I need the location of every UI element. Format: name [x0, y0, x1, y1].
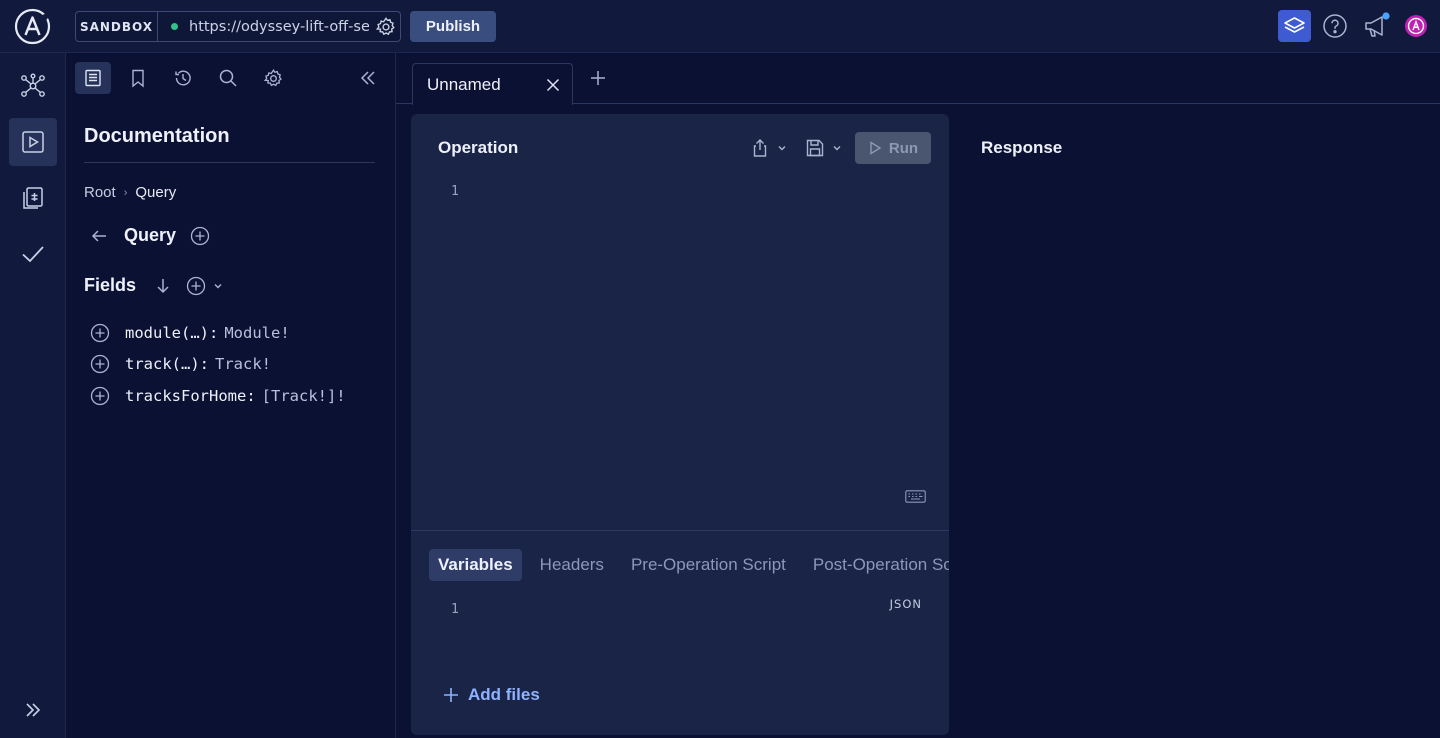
operation-panel: Operation Run 1 Variables Headers Pre-Op… [411, 114, 949, 735]
breadcrumb-current: Query [135, 184, 177, 201]
tab-unnamed[interactable]: Unnamed [412, 63, 573, 105]
add-tab-plus-icon[interactable] [589, 69, 607, 87]
run-button[interactable]: Run [855, 132, 931, 164]
documentation-title: Documentation [84, 125, 230, 147]
save-icon[interactable] [805, 138, 825, 158]
endpoint-settings-gear-icon[interactable] [375, 16, 397, 38]
tab-label[interactable]: Unnamed [427, 75, 501, 95]
help-icon[interactable] [1322, 13, 1348, 45]
field-item-module[interactable]: module(…): Module! [90, 317, 346, 349]
tab-pre-operation-script[interactable]: Pre-Operation Script [622, 549, 795, 581]
top-bar: SANDBOX https://odyssey-lift-off-server … [0, 0, 1440, 53]
run-label: Run [888, 139, 919, 157]
play-icon [868, 141, 882, 155]
endpoint-bar[interactable]: SANDBOX https://odyssey-lift-off-server [75, 11, 401, 42]
history-icon[interactable] [165, 62, 201, 94]
plus-icon [443, 687, 459, 703]
docs-divider [84, 162, 375, 163]
endpoint-url-input[interactable]: https://odyssey-lift-off-server [189, 19, 369, 35]
sort-arrow-down-icon[interactable] [154, 277, 172, 295]
collapse-panel-icon[interactable] [350, 62, 386, 94]
field-item-track[interactable]: track(…): Track! [90, 349, 346, 381]
chevron-down-icon[interactable] [212, 280, 224, 292]
add-type-plus-circle-icon[interactable] [190, 226, 210, 246]
editor-line-number: 1 [451, 184, 459, 199]
apollo-logo-icon[interactable] [14, 8, 51, 45]
field-name[interactable]: tracksForHome: [125, 387, 256, 405]
add-files-button[interactable]: Add files [443, 685, 540, 705]
response-title: Response [981, 138, 1063, 157]
field-name[interactable]: track(…): [125, 355, 209, 373]
add-files-label: Add files [468, 685, 540, 704]
gear-icon[interactable] [255, 62, 291, 94]
schema-view-toggle-icon[interactable] [1278, 10, 1311, 42]
bookmark-icon[interactable] [120, 62, 156, 94]
keyboard-shortcuts-icon[interactable] [905, 490, 926, 503]
connection-status-dot [171, 23, 178, 30]
checks-document-icon[interactable] [9, 174, 57, 222]
back-arrow-icon[interactable] [90, 227, 108, 245]
double-chevron-right-icon[interactable] [9, 686, 57, 734]
schema-graph-icon[interactable] [9, 62, 57, 110]
sandbox-badge: SANDBOX [76, 12, 158, 41]
operation-tab-strip: Unnamed [396, 53, 1440, 105]
field-type[interactable]: [Track!]! [262, 387, 346, 405]
publish-button[interactable]: Publish [410, 11, 496, 42]
add-field-plus-circle-icon[interactable] [90, 323, 110, 343]
search-icon[interactable] [210, 62, 246, 94]
left-navigation [0, 53, 66, 738]
field-list: module(…): Module! track(…): Track! trac… [90, 317, 346, 412]
fields-label: Fields [84, 275, 137, 295]
user-avatar-icon[interactable] [1404, 14, 1428, 46]
field-name[interactable]: module(…): [125, 324, 218, 342]
variables-line-number: 1 [451, 602, 459, 617]
operation-title: Operation [438, 138, 519, 157]
tab-post-operation-script[interactable]: Post-Operation Scr [804, 549, 949, 581]
breadcrumb: Root › Query [84, 184, 176, 201]
documentation-icon[interactable] [75, 62, 111, 94]
tab-headers[interactable]: Headers [531, 549, 613, 581]
add-field-plus-circle-icon[interactable] [90, 386, 110, 406]
editor-divider [411, 530, 949, 531]
operation-actions: Run [750, 132, 931, 164]
field-type[interactable]: Track! [215, 355, 271, 373]
field-item-tracks-for-home[interactable]: tracksForHome: [Track!]! [90, 380, 346, 412]
add-field-plus-circle-icon[interactable] [90, 354, 110, 374]
save-chevron-down-icon[interactable] [831, 142, 843, 154]
tab-variables[interactable]: Variables [429, 549, 522, 581]
announcements-megaphone-icon[interactable] [1362, 10, 1392, 42]
add-all-fields-plus-circle-icon[interactable] [186, 276, 206, 296]
explorer-play-icon[interactable] [9, 118, 57, 166]
type-title: Query [124, 225, 177, 245]
checkmark-icon[interactable] [9, 230, 57, 278]
field-type[interactable]: Module! [224, 324, 289, 342]
close-icon[interactable] [545, 77, 561, 93]
breadcrumb-separator: › [123, 186, 128, 199]
operation-sub-tabs: Variables Headers Pre-Operation Script P… [429, 549, 949, 581]
docs-toolbar [66, 53, 396, 103]
documentation-panel: Documentation Root › Query Query Fields [66, 53, 396, 738]
share-icon[interactable] [750, 138, 770, 158]
fields-header: Fields [84, 275, 224, 296]
type-header: Query [90, 225, 210, 246]
breadcrumb-root[interactable]: Root [84, 184, 116, 201]
json-mode-label[interactable]: JSON [890, 597, 922, 611]
share-chevron-down-icon[interactable] [776, 142, 788, 154]
